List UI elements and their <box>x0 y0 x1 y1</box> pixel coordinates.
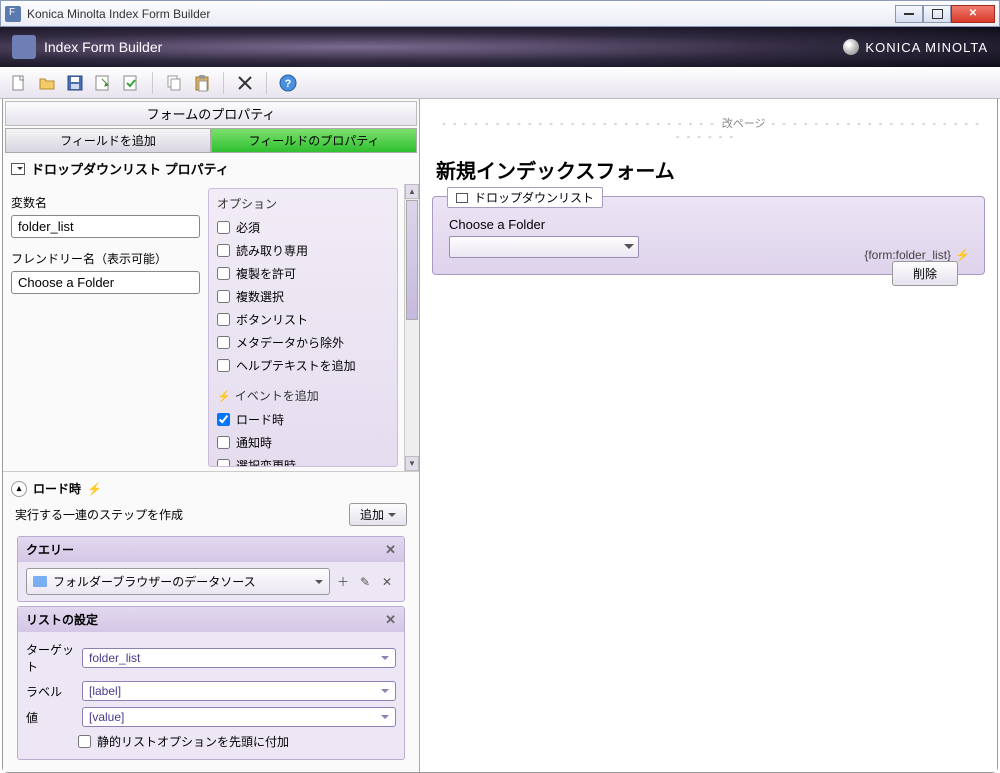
add-step-button[interactable]: 追加 <box>349 503 407 526</box>
minimize-button[interactable] <box>895 5 923 23</box>
toolbar-separator <box>223 72 224 94</box>
chevron-down-icon <box>381 689 389 697</box>
collapse-toggle[interactable]: ▴ <box>11 481 27 497</box>
dropdown-icon <box>456 193 468 203</box>
delete-field-button[interactable]: 削除 <box>892 261 958 286</box>
paste-button[interactable] <box>189 70 215 96</box>
svg-text:?: ? <box>285 78 292 90</box>
map-target-select[interactable]: folder_list <box>82 648 396 668</box>
field-options-column: オプション 必須 読み取り専用 複製を許可 複数選択 ボタンリスト メタデータか… <box>208 188 398 467</box>
opt-exclude-metadata[interactable]: メタデータから除外 <box>217 331 389 354</box>
chevron-down-icon <box>381 656 389 664</box>
toolbar-separator <box>266 72 267 94</box>
field-legend: ドロップダウンリスト <box>447 187 603 208</box>
bolt-icon: ⚡ <box>87 482 102 496</box>
map-target-label: ターゲット <box>26 641 74 675</box>
preview-field-dropdown[interactable]: ドロップダウンリスト Choose a Folder {form:folder_… <box>432 196 985 275</box>
close-button[interactable] <box>951 5 995 23</box>
tab-add-field[interactable]: フィールドを追加 <box>5 128 211 153</box>
preview-dropdown-control[interactable] <box>449 236 639 258</box>
toolbar: ? <box>0 67 1000 99</box>
save-as-button[interactable] <box>90 70 116 96</box>
chevron-down-icon <box>381 715 389 723</box>
datasource-edit-button[interactable]: ✎ <box>356 573 374 591</box>
opt-required[interactable]: 必須 <box>217 216 389 239</box>
list-card-title: リストの設定 <box>26 611 98 628</box>
evt-onload[interactable]: ロード時 <box>217 408 389 431</box>
open-button[interactable] <box>34 70 60 96</box>
query-card: クエリー ✕ フォルダーブラウザーのデータソース ＋ ✎ ✕ <box>17 536 405 602</box>
chevron-down-icon <box>388 513 396 521</box>
list-settings-card: リストの設定 ✕ ターゲット folder_list ラベル [label] 値… <box>17 606 405 760</box>
map-value-label: 値 <box>26 709 74 726</box>
map-label-select[interactable]: [label] <box>82 681 396 701</box>
validate-button[interactable] <box>118 70 144 96</box>
opt-static-prepend[interactable]: 静的リストオプションを先頭に付加 <box>78 730 396 753</box>
query-card-title: クエリー <box>26 541 74 558</box>
save-button[interactable] <box>62 70 88 96</box>
form-properties-header: フォームのプロパティ <box>5 101 417 126</box>
steps-label: 実行する一連のステップを作成 <box>15 506 183 523</box>
evt-onchange[interactable]: 選択変更時 <box>217 454 389 467</box>
header-title: Index Form Builder <box>44 39 843 55</box>
scroll-track[interactable] <box>405 321 419 456</box>
friendly-name-label: フレンドリー名（表示可能） <box>11 250 200 267</box>
datasource-label: フォルダーブラウザーのデータソース <box>53 573 256 590</box>
datasource-select[interactable]: フォルダーブラウザーのデータソース <box>26 568 330 595</box>
list-card-close[interactable]: ✕ <box>385 612 396 628</box>
field-panel-title: ドロップダウンリスト プロパティ <box>3 153 419 184</box>
left-scrollbar[interactable]: ▲ ▼ <box>404 184 419 471</box>
app-icon <box>5 6 21 22</box>
window-controls <box>895 5 995 23</box>
folder-icon <box>33 576 47 587</box>
chevron-down-icon <box>315 580 323 588</box>
window-title: Konica Minolta Index Form Builder <box>27 7 895 21</box>
brand-text: KONICA MINOLTA <box>865 40 988 55</box>
help-button[interactable]: ? <box>275 70 301 96</box>
form-title: 新規インデックスフォーム <box>436 155 981 184</box>
map-label-label: ラベル <box>26 683 74 700</box>
maximize-button[interactable] <box>923 5 951 23</box>
new-button[interactable] <box>6 70 32 96</box>
preview-field-label: Choose a Folder <box>449 217 968 232</box>
opt-multi-select[interactable]: 複数選択 <box>217 285 389 308</box>
opt-button-list[interactable]: ボタンリスト <box>217 308 389 331</box>
evt-onnotify[interactable]: 通知時 <box>217 431 389 454</box>
datasource-remove-button[interactable]: ✕ <box>378 573 396 591</box>
map-value-select[interactable]: [value] <box>82 707 396 727</box>
page-break-label: 改ページ <box>432 115 985 143</box>
header-icon <box>12 35 36 59</box>
scroll-down-icon[interactable]: ▼ <box>405 456 419 471</box>
brand-logo: KONICA MINOLTA <box>843 39 988 55</box>
scroll-up-icon[interactable]: ▲ <box>405 184 419 199</box>
var-name-label: 変数名 <box>11 194 200 211</box>
left-tabs: フィールドを追加 フィールドのプロパティ <box>5 128 417 153</box>
opt-allow-duplicate[interactable]: 複製を許可 <box>217 262 389 285</box>
app-header: Index Form Builder KONICA MINOLTA <box>0 27 1000 67</box>
copy-button[interactable] <box>161 70 187 96</box>
toolbar-separator <box>152 72 153 94</box>
options-group-title: オプション <box>217 195 389 212</box>
window-titlebar: Konica Minolta Index Form Builder <box>0 0 1000 27</box>
query-card-close[interactable]: ✕ <box>385 542 396 558</box>
dropdown-icon <box>11 163 25 175</box>
var-name-input[interactable] <box>11 215 200 238</box>
friendly-name-input[interactable] <box>11 271 200 294</box>
opt-add-helptext[interactable]: ヘルプテキストを追加 <box>217 354 389 377</box>
preview-pane: 改ページ 新規インデックスフォーム ドロップダウンリスト Choose a Fo… <box>420 99 997 772</box>
onload-subpanel: ▴ ロード時 ⚡ 実行する一連のステップを作成 追加 クエリー ✕ フォルダー <box>3 471 419 772</box>
panel-title-text: ドロップダウンリスト プロパティ <box>31 159 229 178</box>
opt-readonly[interactable]: 読み取り専用 <box>217 239 389 262</box>
datasource-add-button[interactable]: ＋ <box>334 573 352 591</box>
delete-button[interactable] <box>232 70 258 96</box>
tab-field-properties[interactable]: フィールドのプロパティ <box>211 128 417 153</box>
events-group-title: イベントを追加 <box>217 387 389 404</box>
form-reference-text: {form:folder_list}⚡ <box>864 248 970 262</box>
bolt-icon: ⚡ <box>955 248 970 262</box>
brand-globe-icon <box>843 39 859 55</box>
field-basic-column: 変数名 フレンドリー名（表示可能） <box>3 184 208 471</box>
onload-panel-title: ロード時 <box>33 480 81 497</box>
left-pane: フォームのプロパティ フィールドを追加 フィールドのプロパティ ドロップダウンリ… <box>3 99 420 772</box>
scroll-thumb[interactable] <box>406 200 418 320</box>
